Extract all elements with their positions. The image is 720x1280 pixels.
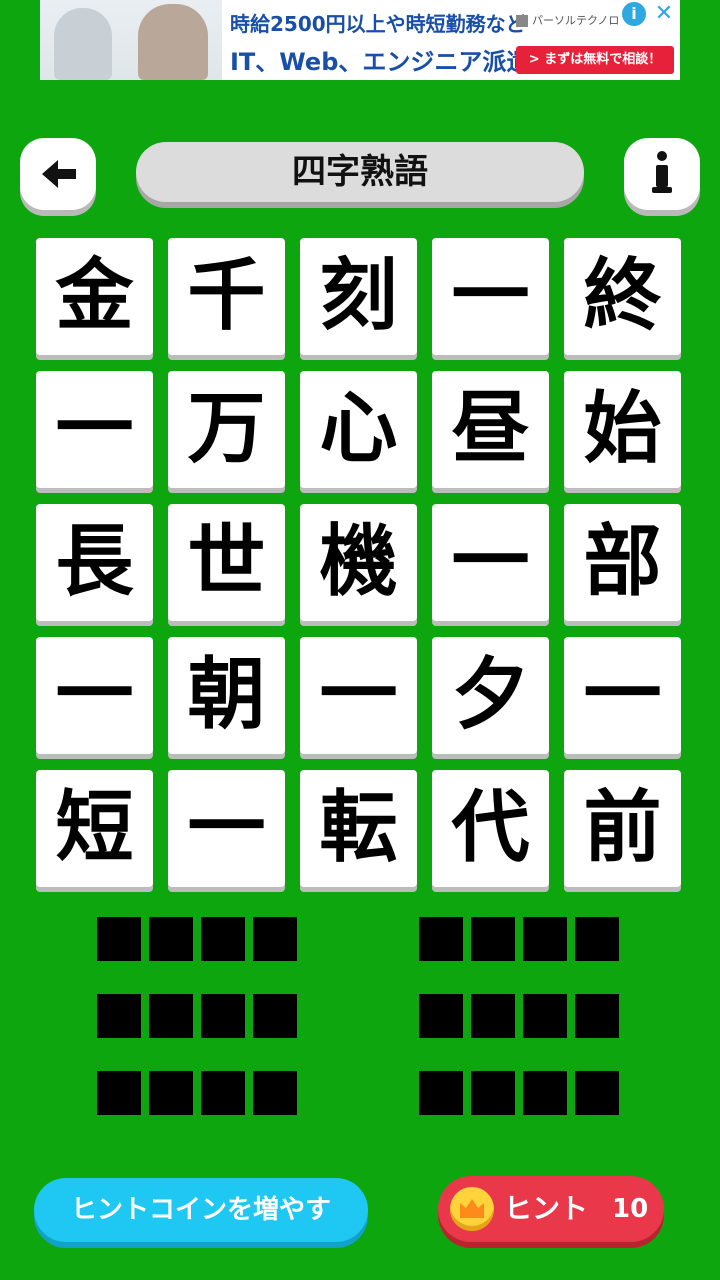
kanji-tile[interactable]: 世 [168,504,285,621]
kanji-tile[interactable]: 一 [36,371,153,488]
answer-slot [149,994,193,1038]
ad-subheadline: IT、Web、エンジニア派遣 [230,48,531,76]
hint-button[interactable]: ヒント 10 [438,1176,664,1242]
ad-person-right [138,4,208,80]
ad-brand-text: パーソルテクノロ [532,14,620,27]
answer-slot [575,917,619,961]
answer-slot [97,994,141,1038]
page-title: 四字熟語 [136,142,584,202]
kanji-tile[interactable]: 転 [300,770,417,887]
answer-slot [253,994,297,1038]
answer-slot [523,994,567,1038]
kanji-tile[interactable]: 部 [564,504,681,621]
ad-headline: 時給2500円以上や時短勤務など [230,12,526,36]
kanji-tile[interactable]: 朝 [168,637,285,754]
kanji-tile[interactable]: 始 [564,371,681,488]
kanji-tile[interactable]: 心 [300,371,417,488]
kanji-tile[interactable]: 代 [432,770,549,887]
kanji-tile[interactable]: 長 [36,504,153,621]
answer-slot [97,917,141,961]
ad-banner[interactable]: 時給2500円以上や時短勤務など IT、Web、エンジニア派遣 パーソルテクノロ… [40,0,680,80]
kanji-tile[interactable]: 機 [300,504,417,621]
ad-close-icon[interactable]: ✕ [650,0,678,28]
answer-slot [253,1071,297,1115]
kanji-tile[interactable]: 一 [432,504,549,621]
ad-info-icon[interactable]: i [622,2,646,26]
answer-slot [523,917,567,961]
kanji-tile[interactable]: 千 [168,238,285,355]
answer-slot [201,917,245,961]
answer-slot [419,917,463,961]
hint-count: 10 [612,1194,649,1224]
answer-slot [575,994,619,1038]
answer-slot [471,917,515,961]
kanji-tile[interactable]: 夕 [432,637,549,754]
kanji-tile[interactable]: 刻 [300,238,417,355]
kanji-grid: 金千刻一終一万心昼始長世機一部一朝一夕一短一転代前 [36,238,684,890]
answer-slot [471,994,515,1038]
kanji-tile[interactable]: 一 [432,238,549,355]
kanji-tile[interactable]: 一 [564,637,681,754]
ad-photo [40,0,222,80]
back-arrow-icon [42,160,76,188]
answer-slot [97,1071,141,1115]
kanji-tile[interactable]: 一 [300,637,417,754]
kanji-tile[interactable]: 一 [168,770,285,887]
kanji-tile[interactable]: 前 [564,770,681,887]
get-hint-coins-button[interactable]: ヒントコインを増やす [34,1178,368,1242]
back-button[interactable] [20,138,96,210]
hint-label: ヒント [504,1192,589,1225]
answer-slot [253,917,297,961]
answer-slot [149,917,193,961]
kanji-tile[interactable]: 一 [36,637,153,754]
answer-slot [201,1071,245,1115]
kanji-tile[interactable]: 万 [168,371,285,488]
ad-brand: パーソルテクノロ [516,12,619,28]
answer-slot [523,1071,567,1115]
ad-person-left [54,8,112,80]
crown-coin-icon [450,1187,494,1231]
answer-slot [419,1071,463,1115]
info-button[interactable] [624,138,700,210]
answer-slot [149,1071,193,1115]
kanji-tile[interactable]: 短 [36,770,153,887]
kanji-tile[interactable]: 終 [564,238,681,355]
ad-brand-logo [516,15,528,27]
kanji-tile[interactable]: 昼 [432,371,549,488]
info-icon [652,151,672,193]
answer-slot [201,994,245,1038]
answer-slot [575,1071,619,1115]
answer-slot [471,1071,515,1115]
answer-slot [419,994,463,1038]
kanji-tile[interactable]: 金 [36,238,153,355]
ad-cta-button[interactable]: > まずは無料で相談！ [516,46,674,74]
